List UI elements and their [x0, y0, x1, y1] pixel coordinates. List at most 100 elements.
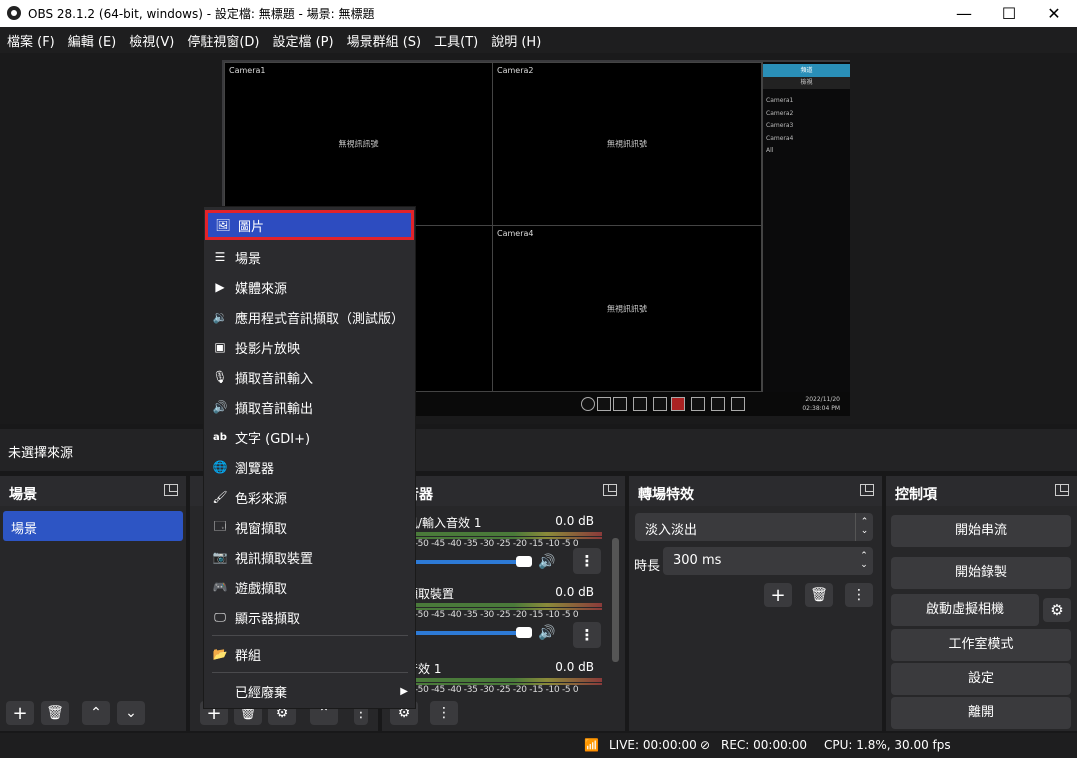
menu-item-slideshow[interactable]: ▣ 投影片放映 [205, 332, 414, 362]
menu-docks[interactable]: 停駐視窗(D) [182, 31, 264, 50]
channel-list: Camera1 Camera2 Camera3 Camera4 All [763, 95, 850, 158]
menu-item-label: 擷取音訊輸入 [235, 371, 314, 387]
menu-separator [212, 672, 408, 673]
menu-item-app-audio[interactable]: 🔉 應用程式音訊擷取（測試版） [205, 302, 414, 332]
obs-logo-icon [7, 6, 21, 20]
menu-item-color-source[interactable]: 🖌 色彩來源 [205, 482, 414, 512]
trash-icon[interactable]: 🗑 [41, 701, 69, 725]
menu-item-label: 已經廢棄 [235, 685, 288, 701]
menu-item-game-capture[interactable]: 🎮 遊戲擷取 [205, 572, 414, 602]
view-tab: 檢視 [763, 77, 850, 89]
title-bar: OBS 28.1.2 (64-bit, windows) - 設定檔: 無標題 … [0, 0, 1077, 27]
menu-item-window-capture[interactable]: 🗔 視窗擷取 [205, 512, 414, 542]
undock-icon[interactable] [860, 484, 874, 496]
menu-item-image[interactable]: 🖼 圖片 [205, 210, 414, 240]
globe-icon: 🌐 [212, 460, 228, 474]
dock-header: 場景 [0, 476, 186, 506]
split-icon [711, 397, 725, 411]
undock-icon[interactable] [1055, 484, 1069, 496]
duration-value: 300 ms [673, 553, 722, 568]
app-audio-icon: 🔉 [212, 310, 228, 324]
menu-item-audio-input[interactable]: 🎙 擷取音訊輸入 [205, 362, 414, 392]
no-signal-text: 無視訊訊號 [607, 139, 647, 149]
submenu-arrow-icon: ▶ [400, 685, 408, 697]
gear-icon[interactable]: ⚙ [1043, 598, 1071, 622]
settings-button[interactable]: 設定 [891, 663, 1071, 695]
more-icon[interactable]: ⋮ [430, 701, 458, 725]
menu-item-label: 文字 (GDI+) [235, 431, 311, 447]
more-icon[interactable]: ⋮ [573, 548, 601, 574]
exit-button[interactable]: 離開 [891, 697, 1071, 729]
menu-help[interactable]: 說明 (H) [486, 31, 546, 50]
start-streaming-button[interactable]: 開始串流 [891, 515, 1071, 547]
menu-file[interactable]: 檔案 (F) [2, 31, 60, 50]
camera-icon: 📷 [212, 550, 228, 564]
menu-item-media-source[interactable]: ▶ 媒體來源 [205, 272, 414, 302]
camera-tile-1: Camera1 無視訊訊號 [224, 62, 493, 226]
menu-view[interactable]: 檢視(V) [124, 31, 179, 50]
chevron-down-icon[interactable]: ⌄ [117, 701, 145, 725]
menu-profile[interactable]: 設定檔 (P) [267, 31, 338, 50]
menu-tools[interactable]: 工具(T) [429, 31, 483, 50]
more-icon[interactable]: ⋮ [845, 583, 873, 607]
studio-mode-button[interactable]: 工作室模式 [891, 629, 1071, 661]
status-bar: 📶 LIVE: 00:00:00 ⊘ REC: 00:00:00 CPU: 1.… [0, 733, 1077, 758]
speaker-icon[interactable]: 🔊 [538, 554, 555, 570]
speaker-icon[interactable]: 🔊 [538, 625, 555, 641]
ptz-icon [653, 397, 667, 411]
transition-select[interactable]: 淡入淡出 ⌃ ⌄ [635, 513, 873, 541]
menu-item-deprecated[interactable]: 已經廢棄 ▶ [205, 676, 414, 706]
undock-icon[interactable] [164, 484, 178, 496]
controls-dock: 控制項 開始串流 開始錄製 啟動虛擬相機 ⚙ 工作室模式 設定 離開 [886, 476, 1077, 731]
menu-item-browser[interactable]: 🌐 瀏覽器 [205, 452, 414, 482]
trash-icon[interactable]: 🗑 [805, 583, 833, 607]
close-button[interactable]: ✕ [1031, 0, 1077, 27]
start-virtual-camera-button[interactable]: 啟動虛擬相機 [891, 594, 1039, 626]
menu-item-label: 圖片 [238, 219, 265, 235]
nvr-date: 2022/11/20 [805, 396, 840, 403]
dock-title: 控制項 [895, 487, 937, 503]
menu-item-audio-output[interactable]: 🔊 擷取音訊輸出 [205, 392, 414, 422]
volume-knob[interactable] [516, 627, 532, 638]
channel-db: 0.0 dB [555, 514, 594, 528]
duration-label: 時長 [634, 559, 661, 574]
no-signal-text: 無視訊訊號 [338, 139, 379, 149]
minimize-button[interactable]: — [941, 0, 987, 27]
spin-icon: ⌃ ⌄ [860, 551, 868, 570]
record-icon [613, 397, 627, 411]
undock-icon[interactable] [603, 484, 617, 496]
menu-item-label: 顯示器擷取 [235, 611, 301, 627]
transition-value: 淡入淡出 [645, 523, 698, 538]
menu-item-label: 色彩來源 [235, 491, 288, 507]
volume-knob[interactable] [516, 556, 532, 567]
menu-edit[interactable]: 編輯 (E) [63, 31, 122, 50]
nvr-side-panel: 頻道 檢視 Camera1 Camera2 Camera3 Camera4 Al… [762, 62, 850, 394]
more-icon[interactable]: ⋮ [573, 622, 601, 648]
chevron-up-icon[interactable]: ⌃ [82, 701, 110, 725]
add-icon[interactable]: + [764, 583, 792, 607]
start-recording-button[interactable]: 開始錄製 [891, 557, 1071, 589]
channel-db: 0.0 dB [555, 660, 594, 674]
menu-scene-collection[interactable]: 場景群組 (S) [342, 31, 427, 50]
add-icon[interactable]: + [6, 701, 34, 725]
menu-item-text[interactable]: ab 文字 (GDI+) [205, 422, 414, 452]
fullscreen-icon [731, 397, 745, 411]
menu-bar: 檔案 (F) 編輯 (E) 檢視(V) 停駐視窗(D) 設定檔 (P) 場景群組… [0, 27, 1077, 53]
speaker-icon: 🔊 [212, 400, 228, 414]
duration-spinbox[interactable]: 300 ms ⌃ ⌄ [663, 547, 873, 575]
menu-item-scene[interactable]: ☰ 場景 [205, 242, 414, 272]
menu-item-label: 媒體來源 [235, 281, 288, 297]
snapshot-icon [633, 397, 647, 411]
menu-item-group[interactable]: 📂 群組 [205, 639, 414, 669]
menu-item-display-capture[interactable]: 🖵 顯示器擷取 [205, 602, 414, 632]
camera-tile-4: Camera4 無視訊訊號 [492, 225, 762, 392]
no-signal-text: 無視訊訊號 [607, 304, 647, 313]
scene-list-item[interactable]: 場景 [3, 511, 183, 541]
maximize-button[interactable]: ☐ [986, 0, 1032, 27]
cpu-status: CPU: 1.8%, 30.00 fps [824, 738, 951, 752]
microphone-icon: 🎙 [212, 370, 228, 384]
menu-item-video-capture[interactable]: 📷 視訊擷取裝置 [205, 542, 414, 572]
mixer-scrollbar[interactable] [612, 538, 619, 662]
menu-item-label: 群組 [235, 648, 262, 664]
no-source-label: 未選擇來源 [8, 446, 74, 461]
